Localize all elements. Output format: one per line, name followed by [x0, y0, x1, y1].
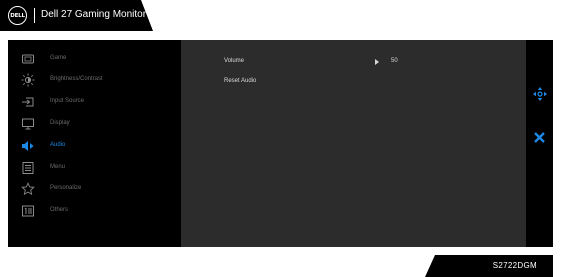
- others-icon: [21, 204, 35, 218]
- volume-label: Volume: [224, 58, 245, 64]
- header-divider: [34, 8, 35, 23]
- menu-item-personalize[interactable]: Personalize: [8, 179, 181, 199]
- star-icon: [21, 182, 35, 196]
- menu-item-label: Display: [50, 120, 70, 126]
- menu-item-game[interactable]: Game: [8, 49, 181, 69]
- audio-settings-panel: Volume 50 Reset Audio: [181, 40, 526, 247]
- menu-item-label: Game: [50, 55, 67, 61]
- brightness-icon: [21, 73, 35, 87]
- volume-value: 50: [391, 58, 398, 64]
- menu-item-input-source[interactable]: Input Source: [8, 92, 181, 112]
- menu-item-audio[interactable]: Audio: [8, 136, 181, 156]
- menu-item-display[interactable]: Display: [8, 114, 181, 134]
- model-name: S2722DGM: [492, 261, 537, 270]
- menu-item-menu[interactable]: Menu: [8, 158, 181, 178]
- input-source-icon: [21, 95, 35, 109]
- audio-icon: [21, 139, 35, 153]
- arrow-right-icon: [375, 59, 379, 65]
- model-tag: S2722DGM: [425, 255, 553, 277]
- navigation-joystick-icon[interactable]: [531, 85, 548, 102]
- menu-panel: Game Brightness/Contrast Input Source Di…: [8, 40, 181, 247]
- navigation-panel: [526, 40, 553, 247]
- reset-audio-label: Reset Audio: [224, 78, 257, 84]
- game-icon: [21, 52, 35, 66]
- display-icon: [21, 117, 35, 131]
- menu-item-label: Menu: [50, 164, 66, 170]
- menu-item-label: Input Source: [50, 98, 85, 104]
- menu-item-brightness-contrast[interactable]: Brightness/Contrast: [8, 70, 181, 90]
- menu-icon: [21, 161, 35, 175]
- menu-item-label: Audio: [50, 142, 66, 148]
- menu-item-label: Brightness/Contrast: [50, 76, 103, 82]
- reset-audio-setting[interactable]: Reset Audio: [181, 76, 526, 90]
- monitor-title: Dell 27 Gaming Monitor: [41, 9, 147, 20]
- header-bar: DELL Dell 27 Gaming Monitor: [0, 0, 153, 31]
- volume-setting[interactable]: Volume 50: [181, 56, 526, 70]
- menu-item-others[interactable]: Others: [8, 201, 181, 221]
- menu-item-label: Personalize: [50, 185, 82, 191]
- close-icon[interactable]: [531, 129, 548, 146]
- dell-logo: DELL: [8, 6, 27, 25]
- menu-item-label: Others: [50, 207, 69, 213]
- osd-window: Game Brightness/Contrast Input Source Di…: [8, 40, 553, 247]
